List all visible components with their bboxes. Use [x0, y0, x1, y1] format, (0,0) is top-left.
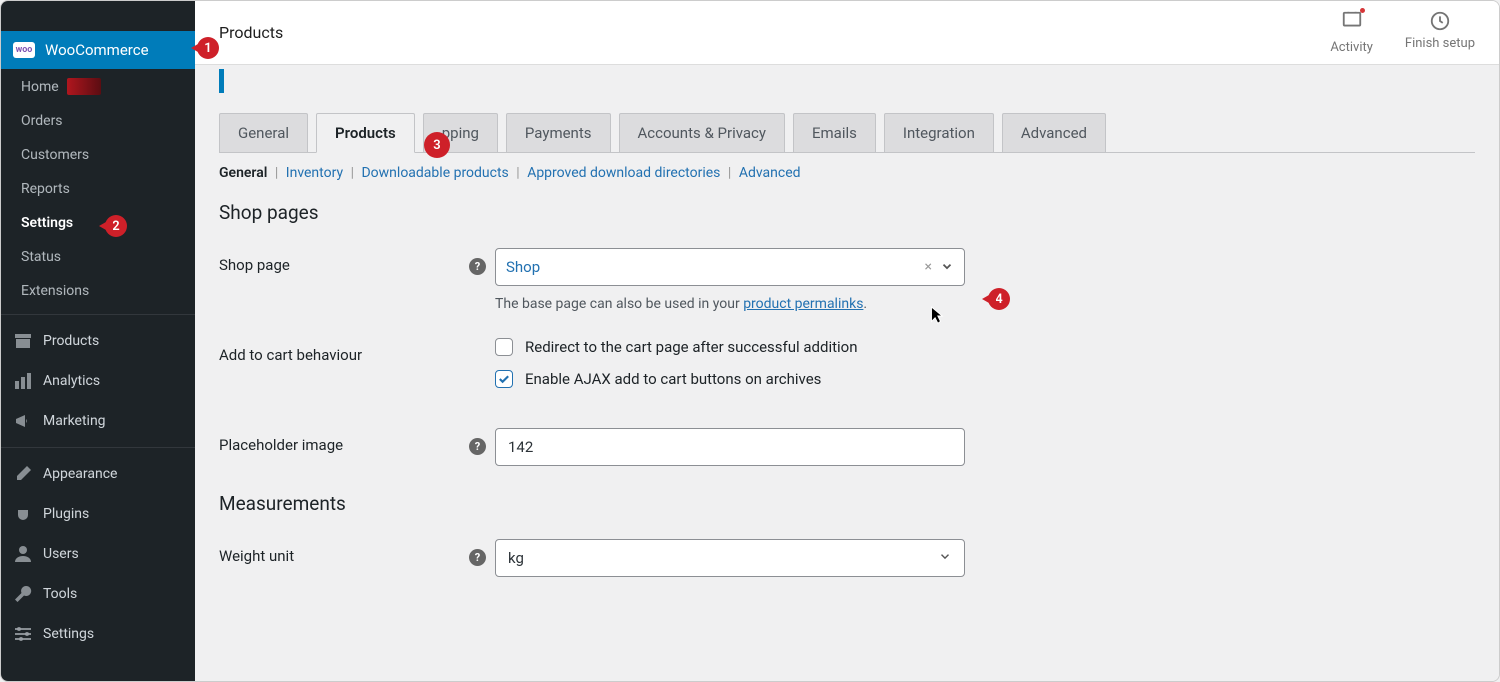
- clock-icon: [1429, 10, 1451, 32]
- placeholder-label: Placeholder image: [219, 428, 469, 454]
- sidebar-item-label: Status: [21, 249, 61, 265]
- brush-icon: [13, 464, 33, 484]
- topbar: Products Activity Finish setup: [195, 1, 1499, 65]
- activity-button[interactable]: Activity: [1330, 10, 1373, 55]
- sidebar-item-label: Users: [43, 546, 79, 562]
- notice-banner-edge: [219, 69, 1475, 93]
- sidebar-item-status[interactable]: Status: [1, 240, 195, 274]
- page-title: Products: [219, 23, 283, 42]
- redirect-checkbox[interactable]: [495, 338, 513, 356]
- product-permalinks-link[interactable]: product permalinks: [743, 296, 863, 312]
- finish-setup-button[interactable]: Finish setup: [1405, 10, 1475, 55]
- woocommerce-logo-icon: woo: [13, 42, 35, 58]
- callout-2: 2: [105, 215, 127, 237]
- sidebar-item-label: Customers: [21, 147, 89, 163]
- placeholder-image-input[interactable]: [495, 428, 965, 466]
- sidebar-item-tools[interactable]: Tools: [1, 574, 195, 614]
- ajax-label: Enable AJAX add to cart buttons on archi…: [525, 370, 821, 388]
- shop-page-value: Shop: [506, 258, 540, 276]
- subtab-general[interactable]: General: [219, 165, 267, 181]
- activity-label: Activity: [1330, 40, 1373, 55]
- sidebar-item-users[interactable]: Users: [1, 534, 195, 574]
- admin-sidebar: woo WooCommerce Home Orders Customers Re…: [1, 1, 195, 681]
- subtab-inventory[interactable]: Inventory: [286, 165, 343, 181]
- activity-icon: [1341, 10, 1363, 32]
- hint-text: The base page can also be used in your: [495, 296, 743, 312]
- sidebar-item-label: Plugins: [43, 506, 89, 522]
- tab-integration[interactable]: Integration: [884, 113, 994, 152]
- sidebar-item-customers[interactable]: Customers: [1, 138, 195, 172]
- callout-3: 3: [424, 132, 450, 158]
- callout-1: 1: [197, 37, 219, 59]
- sidebar-item-marketing[interactable]: Marketing: [1, 401, 195, 441]
- sidebar-item-label: Orders: [21, 113, 63, 129]
- sidebar-item-wp-settings[interactable]: Settings: [1, 614, 195, 654]
- subtab-downloadable[interactable]: Downloadable products: [361, 165, 508, 181]
- subtab-approved-dirs[interactable]: Approved download directories: [527, 165, 720, 181]
- settings-subtabs: General | Inventory | Downloadable produ…: [219, 165, 1475, 181]
- shop-page-hint: The base page can also be used in your p…: [495, 296, 965, 312]
- sidebar-item-label: Appearance: [43, 466, 117, 482]
- ajax-checkbox[interactable]: [495, 370, 513, 388]
- tab-accounts-privacy[interactable]: Accounts & Privacy: [619, 113, 785, 152]
- sidebar-item-extensions[interactable]: Extensions: [1, 274, 195, 308]
- help-icon[interactable]: ?: [469, 258, 486, 275]
- clear-icon[interactable]: ×: [921, 259, 936, 275]
- main-content: Products Activity Finish setup Genera: [195, 1, 1499, 681]
- user-icon: [13, 544, 33, 564]
- sidebar-item-plugins[interactable]: Plugins: [1, 494, 195, 534]
- sidebar-item-label: Reports: [21, 181, 70, 197]
- sidebar-item-reports[interactable]: Reports: [1, 172, 195, 206]
- plug-icon: [13, 504, 33, 524]
- sidebar-item-orders[interactable]: Orders: [1, 104, 195, 138]
- archive-icon: [13, 331, 33, 351]
- sidebar-item-products[interactable]: Products: [1, 321, 195, 361]
- sidebar-item-label: Marketing: [43, 413, 106, 429]
- sidebar-item-analytics[interactable]: Analytics: [1, 361, 195, 401]
- add-to-cart-label: Add to cart behaviour: [219, 338, 469, 364]
- tab-advanced[interactable]: Advanced: [1002, 113, 1106, 152]
- weight-unit-label: Weight unit: [219, 539, 469, 565]
- sidebar-item-appearance[interactable]: Appearance: [1, 454, 195, 494]
- sidebar-item-woocommerce[interactable]: woo WooCommerce: [1, 31, 195, 69]
- sliders-icon: [13, 624, 33, 644]
- tab-general[interactable]: General: [219, 113, 308, 152]
- help-icon[interactable]: ?: [469, 438, 486, 455]
- redirect-label: Redirect to the cart page after successf…: [525, 338, 858, 356]
- help-icon[interactable]: ?: [469, 549, 486, 566]
- section-shop-pages: Shop pages: [219, 201, 1475, 224]
- sidebar-item-home[interactable]: Home: [1, 69, 195, 104]
- sidebar-brand-label: WooCommerce: [45, 41, 149, 59]
- tab-emails[interactable]: Emails: [793, 113, 876, 152]
- tab-products[interactable]: Products: [316, 113, 415, 153]
- settings-tabs: General Products pping Payments Accounts…: [219, 113, 1475, 153]
- cursor-icon: [927, 305, 945, 327]
- sidebar-item-label: Extensions: [21, 283, 89, 299]
- notification-dot-icon: [1360, 8, 1365, 13]
- megaphone-icon: [13, 411, 33, 431]
- sidebar-item-label: Settings: [21, 215, 73, 231]
- sidebar-item-label: Home: [21, 79, 59, 95]
- shop-page-select[interactable]: Shop ×: [495, 248, 965, 286]
- sidebar-item-label: Analytics: [43, 373, 100, 389]
- woocommerce-submenu: Home Orders Customers Reports Settings S…: [1, 69, 195, 308]
- weight-unit-select[interactable]: kg: [495, 539, 965, 577]
- sidebar-item-label: Products: [43, 333, 99, 349]
- chart-bar-icon: [13, 371, 33, 391]
- home-badge: [67, 78, 101, 95]
- chevron-down-icon: [938, 549, 952, 567]
- sidebar-item-label: Tools: [43, 586, 77, 602]
- wrench-icon: [13, 584, 33, 604]
- tab-payments[interactable]: Payments: [506, 113, 611, 152]
- weight-unit-value: kg: [508, 549, 524, 567]
- finish-label: Finish setup: [1405, 36, 1475, 51]
- chevron-down-icon: [940, 258, 954, 277]
- shop-page-label: Shop page: [219, 248, 469, 274]
- sidebar-item-label: Settings: [43, 626, 94, 642]
- section-measurements: Measurements: [219, 492, 1475, 515]
- callout-4: 4: [988, 288, 1010, 310]
- subtab-advanced[interactable]: Advanced: [739, 165, 801, 181]
